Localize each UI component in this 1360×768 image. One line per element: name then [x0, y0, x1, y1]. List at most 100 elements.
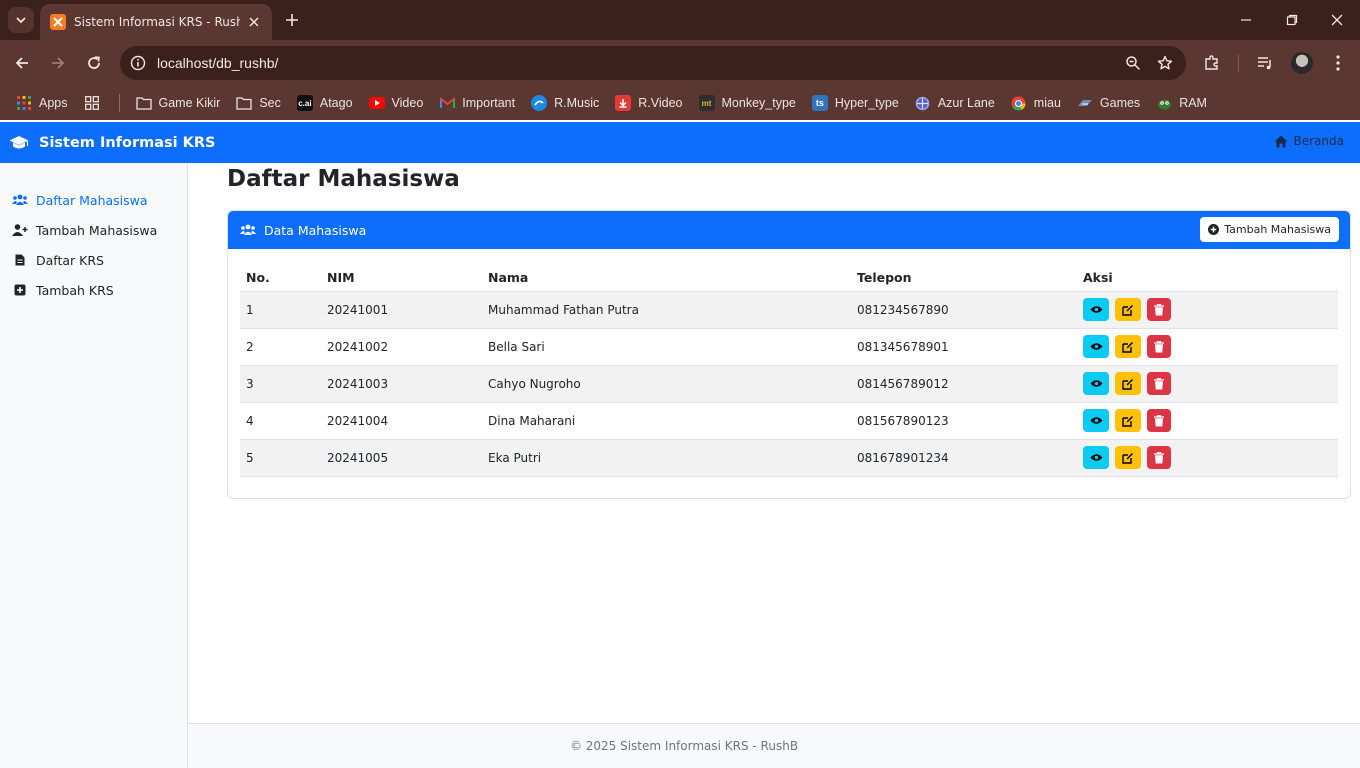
bookmark-hyper-type[interactable]: ts Hyper_type: [811, 95, 899, 111]
tab-title: Sistem Informasi KRS - RushB: [74, 15, 240, 29]
close-tab-icon[interactable]: [246, 14, 262, 30]
close-window-icon[interactable]: [1327, 10, 1347, 30]
url-text[interactable]: localhost/db_rushb/: [157, 55, 1122, 71]
edit-icon: [1122, 304, 1133, 316]
edit-icon: [1122, 415, 1133, 427]
delete-button[interactable]: [1147, 446, 1171, 469]
bookmark-miau[interactable]: miau: [1011, 95, 1061, 111]
monkeytype-icon: mt: [698, 95, 715, 111]
more-menu-icon[interactable]: [1327, 52, 1349, 74]
eye-icon: [1090, 417, 1102, 424]
bookmark-game-kikir[interactable]: Game Kikir: [135, 95, 221, 111]
music-icon: [531, 95, 548, 111]
reload-icon[interactable]: [83, 52, 105, 74]
gmail-icon: [439, 95, 455, 111]
bookmark-ram[interactable]: RAM: [1156, 95, 1207, 111]
cell-nim: 20241002: [321, 328, 482, 366]
users-icon: [12, 194, 28, 206]
edit-button[interactable]: [1115, 298, 1141, 321]
extensions-icon[interactable]: [1201, 52, 1223, 74]
folder-icon: [135, 95, 152, 111]
table-row: 2 20241002 Bella Sari 081345678901: [240, 328, 1338, 366]
sidebar-item-tambah-krs[interactable]: Tambah KRS: [0, 275, 187, 305]
edit-button[interactable]: [1115, 372, 1141, 395]
delete-button[interactable]: [1147, 409, 1171, 432]
restore-icon[interactable]: [1282, 10, 1302, 30]
cell-nama: Eka Putri: [482, 439, 851, 477]
edit-button[interactable]: [1115, 446, 1141, 469]
browser-tab[interactable]: Sistem Informasi KRS - RushB: [40, 4, 272, 40]
navbar-brand[interactable]: Sistem Informasi KRS: [9, 135, 216, 151]
page-title: Daftar Mahasiswa: [227, 166, 460, 192]
bookmark-sec[interactable]: Sec: [236, 95, 281, 111]
minimize-icon[interactable]: [1236, 10, 1256, 30]
toolbar-separator: [1238, 54, 1239, 72]
youtube-icon: [368, 95, 385, 111]
bookmark-atago[interactable]: c.ai Atago: [296, 95, 353, 111]
sidebar: Daftar Mahasiswa Tambah Mahasiswa Daftar…: [0, 163, 188, 768]
edit-icon: [1122, 378, 1133, 390]
view-button[interactable]: [1083, 335, 1109, 358]
bookmark-games[interactable]: Games: [1077, 95, 1140, 111]
view-button[interactable]: [1083, 298, 1109, 321]
cell-nama: Dina Maharani: [482, 402, 851, 440]
footer: © 2025 Sistem Informasi KRS - RushB: [188, 723, 1360, 768]
bookmark-apps[interactable]: Apps: [16, 95, 68, 111]
cell-nim: 20241003: [321, 365, 482, 403]
site-info-icon[interactable]: [128, 53, 148, 73]
data-mahasiswa-card: Data Mahasiswa Tambah Mahasiswa No. NIM …: [227, 210, 1351, 499]
view-button[interactable]: [1083, 409, 1109, 432]
download-icon: [615, 95, 632, 111]
column-header-telepon: Telepon: [851, 265, 1077, 292]
nav-home-link[interactable]: Beranda: [1274, 134, 1344, 148]
sidebar-item-daftar-mahasiswa[interactable]: Daftar Mahasiswa: [0, 185, 187, 215]
table-header-row: No. NIM Nama Telepon Aksi: [240, 265, 1338, 292]
folder-icon: [236, 95, 252, 111]
trash-icon: [1154, 340, 1164, 352]
bookmark-video[interactable]: Video: [368, 95, 423, 111]
cell-nama: Muhammad Fathan Putra: [482, 291, 851, 329]
bookmark-r-video[interactable]: R.Video: [615, 95, 683, 111]
tab-groups-button[interactable]: [84, 95, 107, 111]
card-title: Data Mahasiswa: [264, 222, 367, 238]
cell-aksi: [1077, 402, 1338, 440]
main-content: Daftar Mahasiswa Data Mahasiswa Tambah M…: [188, 163, 1360, 723]
column-header-nama: Nama: [482, 265, 851, 292]
media-control-icon[interactable]: [1254, 52, 1276, 74]
bookmark-monkey-type[interactable]: mt Monkey_type: [698, 95, 796, 111]
view-button[interactable]: [1083, 372, 1109, 395]
cell-telepon: 081456789012: [851, 365, 1077, 403]
bookmark-label: RAM: [1179, 96, 1207, 110]
edit-button[interactable]: [1115, 335, 1141, 358]
edit-button[interactable]: [1115, 409, 1141, 432]
ram-icon: [1156, 95, 1172, 111]
column-header-no: No.: [240, 265, 321, 292]
delete-button[interactable]: [1147, 335, 1171, 358]
forward-arrow-icon[interactable]: [47, 52, 69, 74]
sidebar-item-label: Daftar KRS: [36, 252, 104, 268]
sidebar-item-tambah-mahasiswa[interactable]: Tambah Mahasiswa: [0, 215, 187, 245]
bookmark-important[interactable]: Important: [439, 95, 515, 111]
zoom-icon[interactable]: [1122, 52, 1144, 74]
bookmark-r-music[interactable]: R.Music: [531, 95, 599, 111]
plus-circle-icon: [1208, 224, 1220, 235]
grid-icon: [84, 95, 100, 111]
delete-button[interactable]: [1147, 372, 1171, 395]
sidebar-item-daftar-krs[interactable]: Daftar KRS: [0, 245, 187, 275]
cell-telepon: 081567890123: [851, 402, 1077, 440]
new-tab-icon[interactable]: [282, 10, 302, 30]
eye-icon: [1090, 380, 1102, 387]
nav-home-label: Beranda: [1293, 134, 1344, 148]
tab-search-button[interactable]: [8, 7, 34, 33]
sidebar-item-label: Tambah Mahasiswa: [36, 222, 158, 238]
bookmark-label: Game Kikir: [158, 96, 221, 110]
address-bar[interactable]: localhost/db_rushb/: [120, 46, 1186, 80]
view-button[interactable]: [1083, 446, 1109, 469]
bookmark-azur-lane[interactable]: Azur Lane: [915, 95, 995, 111]
back-arrow-icon[interactable]: [11, 52, 33, 74]
bookmark-star-icon[interactable]: [1154, 52, 1176, 74]
delete-button[interactable]: [1147, 298, 1171, 321]
profile-avatar[interactable]: [1291, 52, 1313, 74]
tambah-mahasiswa-button[interactable]: Tambah Mahasiswa: [1200, 217, 1339, 242]
cell-no: 4: [240, 402, 321, 440]
